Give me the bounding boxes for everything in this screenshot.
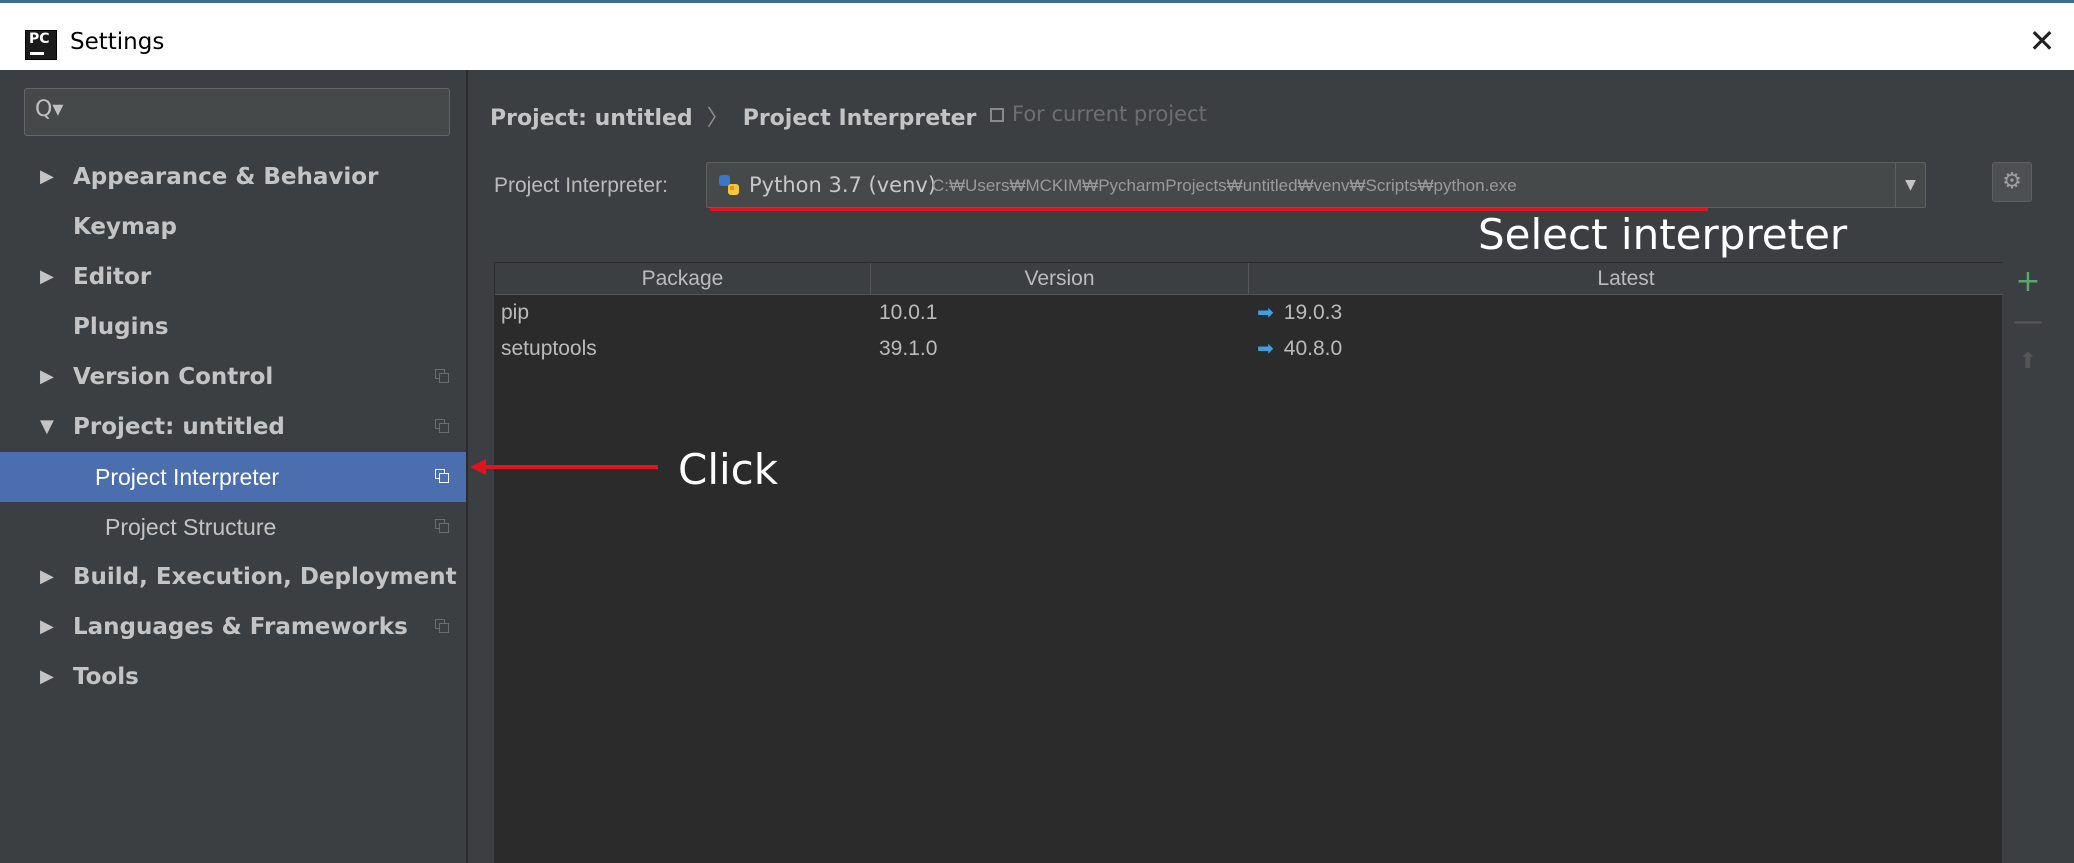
column-header-package[interactable]: Package: [495, 263, 871, 295]
project-scope-icon: [435, 419, 451, 435]
search-icon[interactable]: Q▾: [35, 97, 75, 127]
sidebar-item-languages[interactable]: ▶ Languages & Frameworks: [10, 602, 466, 652]
sidebar-item-editor[interactable]: ▶ Editor: [10, 252, 466, 302]
dropdown-arrow-icon[interactable]: ▼: [1895, 163, 1925, 207]
column-header-latest[interactable]: Latest: [1249, 263, 2003, 295]
settings-tree: ▶ Appearance & Behavior Keymap ▶ Editor …: [0, 152, 466, 702]
interpreter-name: Python 3.7 (venv): [749, 173, 937, 197]
sidebar-item-project-interpreter[interactable]: Project Interpreter: [0, 452, 466, 502]
python-icon: [719, 175, 739, 195]
project-scope-icon: [990, 108, 1004, 122]
table-header: Package Version Latest: [495, 263, 2003, 295]
upgrade-package-button[interactable]: ⬆: [2006, 342, 2050, 382]
expand-arrow-icon[interactable]: ▶: [40, 152, 54, 202]
sidebar-item-label: Keymap: [73, 214, 177, 240]
sidebar-item-label: Version Control: [73, 364, 274, 390]
breadcrumb-current: Project Interpreter: [742, 106, 977, 131]
expand-arrow-icon[interactable]: ▶: [40, 602, 54, 652]
expand-arrow-icon[interactable]: ▶: [40, 352, 54, 402]
sidebar-item-label: Project Interpreter: [95, 464, 280, 490]
sidebar-item-label: Languages & Frameworks: [73, 614, 408, 640]
upgrade-available-icon: ➡: [1257, 302, 1274, 324]
project-scope-icon: [435, 519, 451, 535]
breadcrumb: Project: untitled 〉 Project Interpreter: [490, 100, 976, 132]
latest-version: 19.0.3: [1283, 301, 1343, 324]
project-scope-icon: [435, 369, 451, 385]
sidebar-item-label: Appearance & Behavior: [73, 164, 379, 190]
table-row[interactable]: setuptools 39.1.0 ➡ 40.8.0: [495, 331, 2003, 367]
sidebar-item-build[interactable]: ▶ Build, Execution, Deployment: [10, 552, 466, 602]
expand-arrow-icon[interactable]: ▶: [40, 252, 54, 302]
add-package-button[interactable]: +: [2006, 262, 2050, 302]
project-scope-icon: [435, 469, 451, 485]
package-latest: ➡ 40.8.0: [1257, 331, 1342, 367]
pycharm-logo-icon: PC: [25, 30, 57, 60]
breadcrumb-separator: 〉: [706, 106, 729, 131]
settings-sidebar: Q▾ ▶ Appearance & Behavior Keymap ▶ Edit…: [0, 70, 468, 863]
sidebar-item-label: Build, Execution, Deployment: [73, 564, 457, 590]
annotation-select-interpreter: Select interpreter: [1478, 210, 1848, 259]
interpreter-label: Project Interpreter:: [494, 174, 668, 197]
logo-text: PC: [29, 31, 50, 47]
scope-note-text: For current project: [1012, 102, 1207, 126]
expand-arrow-icon[interactable]: ▶: [40, 552, 54, 602]
settings-search-input[interactable]: Q▾: [24, 88, 450, 136]
annotation-click: Click: [678, 445, 779, 494]
sidebar-item-label: Tools: [73, 664, 139, 690]
interpreter-path: C:₩Users₩MCKIM₩PycharmProjects₩untitled₩…: [932, 176, 1517, 195]
breadcrumb-parent[interactable]: Project: untitled: [490, 106, 693, 131]
package-name: pip: [501, 301, 530, 324]
sidebar-item-tools[interactable]: ▶ Tools: [10, 652, 466, 702]
sidebar-item-version-control[interactable]: ▶ Version Control: [10, 352, 466, 402]
package-version: 39.1.0: [879, 337, 938, 360]
package-name: setuptools: [501, 337, 597, 360]
sidebar-item-label: Editor: [73, 264, 152, 290]
remove-package-button[interactable]: —: [2006, 302, 2050, 342]
latest-version: 40.8.0: [1283, 337, 1343, 360]
sidebar-item-plugins[interactable]: Plugins: [10, 302, 466, 352]
project-scope-icon: [435, 619, 451, 635]
sidebar-item-project[interactable]: ▼ Project: untitled: [10, 402, 466, 452]
upgrade-available-icon: ➡: [1257, 338, 1274, 360]
sidebar-item-keymap[interactable]: Keymap: [10, 202, 466, 252]
gear-icon[interactable]: ⚙: [1992, 162, 2032, 202]
scope-note: For current project: [990, 102, 1207, 126]
sidebar-item-label: Project Structure: [105, 514, 277, 540]
package-latest: ➡ 19.0.3: [1257, 295, 1342, 331]
package-version: 10.0.1: [879, 301, 938, 324]
sidebar-item-label: Plugins: [73, 314, 169, 340]
sidebar-item-project-structure[interactable]: Project Structure: [10, 502, 466, 552]
table-toolbar: + — ⬆: [2006, 262, 2050, 863]
title-bar: PC Settings ✕: [0, 0, 2074, 70]
sidebar-item-appearance[interactable]: ▶ Appearance & Behavior: [10, 152, 466, 202]
expand-arrow-icon[interactable]: ▶: [40, 652, 54, 702]
packages-table: Package Version Latest pip 10.0.1 ➡ 19.0.…: [494, 262, 2003, 863]
sidebar-item-label: Project: untitled: [73, 414, 285, 440]
window-title: Settings: [70, 29, 165, 55]
column-header-version[interactable]: Version: [871, 263, 1249, 295]
table-row[interactable]: pip 10.0.1 ➡ 19.0.3: [495, 295, 2003, 331]
interpreter-dropdown[interactable]: Python 3.7 (venv) C:₩Users₩MCKIM₩Pycharm…: [706, 162, 1926, 208]
annotation-arrow-icon: [470, 459, 658, 475]
close-button[interactable]: ✕: [2022, 21, 2062, 61]
collapse-arrow-icon[interactable]: ▼: [40, 402, 54, 452]
